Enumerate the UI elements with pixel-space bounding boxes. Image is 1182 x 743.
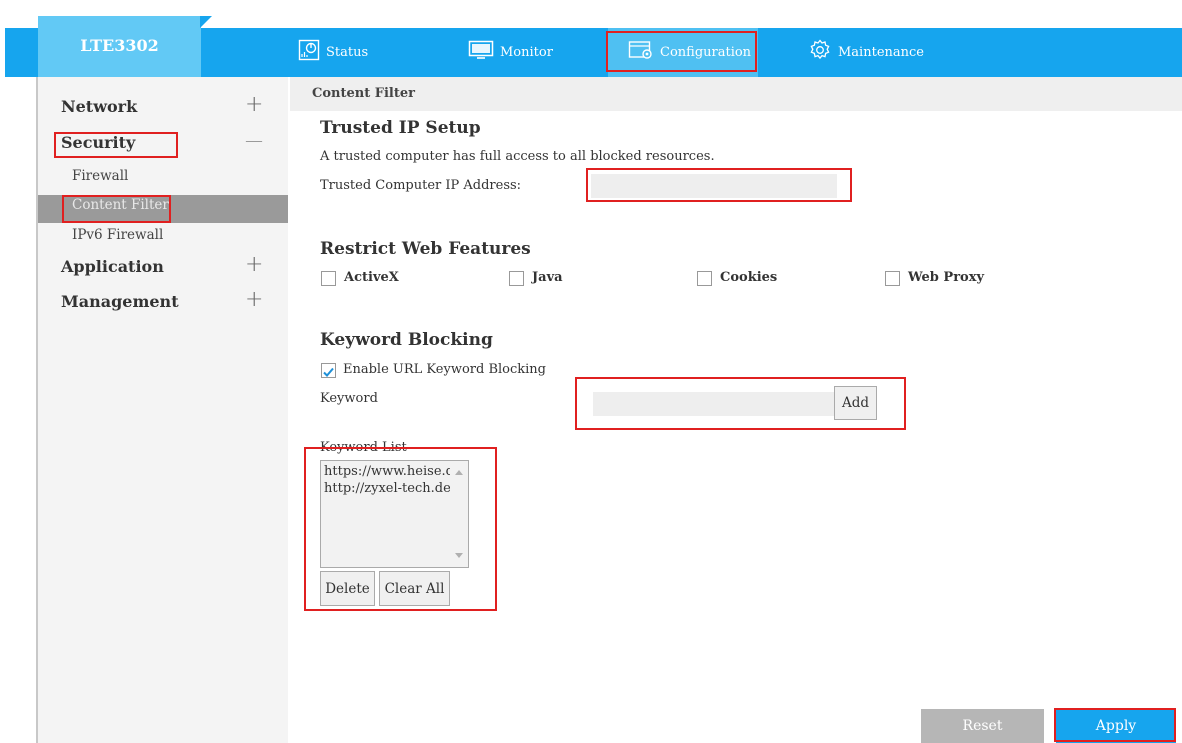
breadcrumb-bar [290,77,1182,111]
expand-application-icon[interactable]: + [245,252,263,277]
configuration-icon [628,39,660,65]
sidebar-item-ipv6-firewall[interactable]: IPv6 Firewall [72,227,163,243]
sidebar-item-application[interactable]: Application [61,257,164,276]
activex-checkbox[interactable] [321,271,336,286]
list-item[interactable]: https://www.heise.de/ [324,463,466,480]
java-label: Java [532,270,563,285]
web-proxy-checkbox[interactable] [885,271,900,286]
collapse-security-icon[interactable]: — [245,130,263,151]
list-item[interactable]: http://zyxel-tech.de/ [324,480,465,497]
sidebar-item-network[interactable]: Network [61,97,137,116]
nav-maintenance-label: Maintenance [838,44,924,60]
trusted-ip-title: Trusted IP Setup [320,118,481,138]
enable-keyword-checkbox[interactable] [321,363,336,378]
nav-monitor-label: Monitor [500,44,553,60]
add-keyword-button[interactable]: Add [834,386,877,420]
gear-icon [808,38,838,66]
clear-all-button[interactable]: Clear All [379,571,450,606]
status-icon [298,39,326,65]
keyword-list-scrollbar[interactable] [450,461,468,567]
expand-management-icon[interactable]: + [245,287,263,312]
sidebar-item-management[interactable]: Management [61,292,179,311]
sidebar-item-content-filter[interactable]: Content Filter [72,197,169,213]
expand-network-icon[interactable]: + [245,92,263,117]
nav-status[interactable]: Status [298,38,368,66]
enable-keyword-label: Enable URL Keyword Blocking [343,362,546,377]
sidebar-item-security[interactable]: Security [61,133,135,152]
checkmark-icon [323,367,334,377]
apply-button[interactable]: Apply [1056,709,1176,743]
restrict-web-title: Restrict Web Features [320,239,531,259]
keyword-blocking-title: Keyword Blocking [320,330,493,350]
breadcrumb: Content Filter [312,86,415,101]
keyword-listbox[interactable]: https://www.heise.de/ http://zyxel-tech.… [320,460,469,568]
web-proxy-label: Web Proxy [908,270,985,285]
keyword-list-label: Keyword List [320,440,407,455]
monitor-icon [468,39,500,65]
trusted-ip-label: Trusted Computer IP Address: [320,178,522,193]
keyword-label: Keyword [320,391,378,406]
nav-configuration-label: Configuration [660,44,752,60]
reset-button[interactable]: Reset [921,709,1044,743]
brand-tab-corner [200,16,212,28]
trusted-ip-description: A trusted computer has full access to al… [320,149,715,164]
cookies-label: Cookies [720,270,778,285]
keyword-input[interactable] [593,392,837,416]
device-model-label: LTE3302 [80,36,159,55]
java-checkbox[interactable] [509,271,524,286]
sidebar-item-firewall[interactable]: Firewall [72,168,128,184]
activex-label: ActiveX [344,270,399,285]
cookies-checkbox[interactable] [697,271,712,286]
nav-status-label: Status [326,44,369,60]
nav-configuration[interactable]: Configuration [628,38,751,66]
nav-maintenance[interactable]: Maintenance [808,38,924,66]
nav-monitor[interactable]: Monitor [468,38,553,66]
delete-keyword-button[interactable]: Delete [320,571,375,606]
trusted-ip-input[interactable] [591,174,837,198]
